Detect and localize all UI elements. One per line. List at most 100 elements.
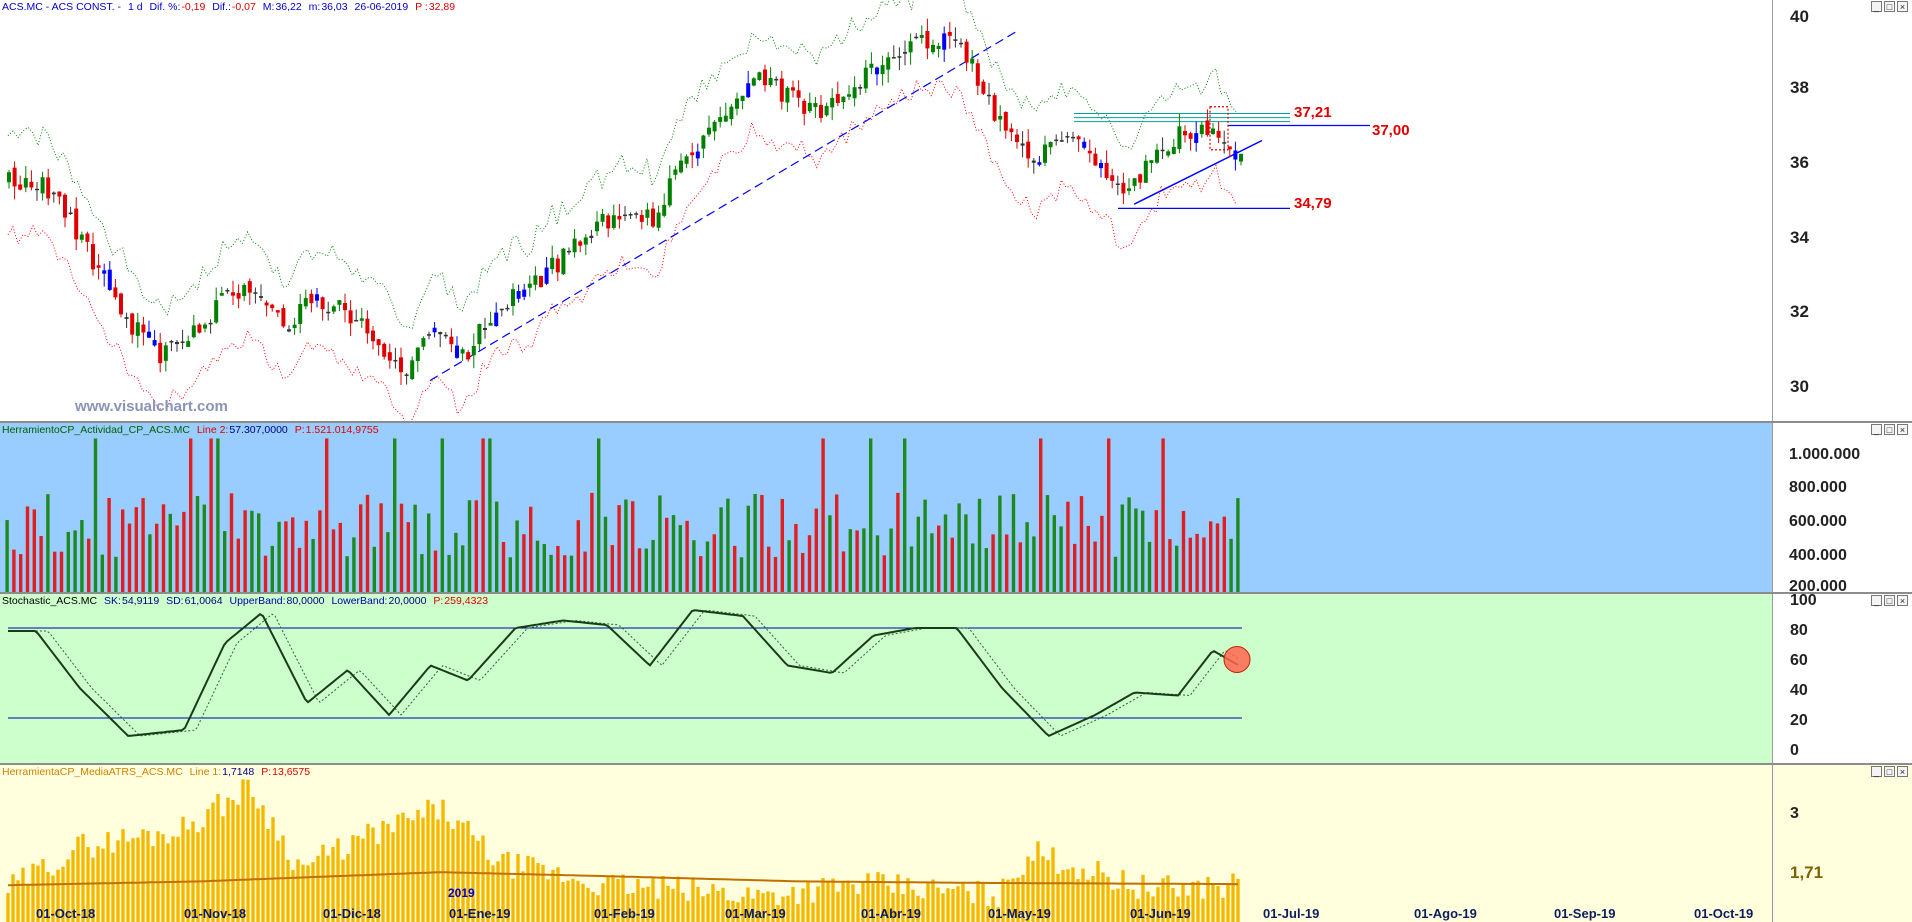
candle-body	[735, 98, 739, 109]
atr-bar	[581, 883, 585, 922]
activity-chart	[5, 438, 1240, 593]
close-icon[interactable]: ×	[1897, 766, 1908, 777]
candle-body	[191, 325, 196, 338]
candle-body	[23, 178, 28, 188]
candle-body	[141, 324, 146, 333]
candle-body	[718, 117, 723, 122]
candle-body	[875, 67, 879, 75]
activity-bar	[1100, 515, 1104, 593]
atr-bar	[146, 830, 150, 922]
atr-bar	[1066, 869, 1070, 922]
candle-body	[522, 289, 527, 297]
candle-body	[410, 360, 415, 380]
atr-indicator-name: HerramientaCP_MediaATRS_ACS.MC	[2, 766, 183, 778]
atr-bar	[711, 884, 715, 922]
minimize-icon[interactable]: _	[1871, 595, 1882, 606]
atr-bar	[171, 836, 175, 922]
p-value: 13,6575	[272, 766, 311, 778]
sd-value: 61,0064	[184, 595, 223, 607]
atr-bar	[216, 794, 220, 922]
stochastic-indicator-name: Stochastic_ACS.MC	[2, 595, 98, 607]
candle-body	[595, 221, 599, 232]
activity-bar	[19, 554, 23, 593]
activity-bar	[767, 546, 771, 593]
candle-body	[337, 300, 342, 305]
candle-body	[359, 318, 364, 321]
activity-bar	[889, 528, 893, 593]
atr-bar	[21, 867, 25, 922]
stochastic-y-axis[interactable]	[1772, 594, 1912, 764]
price-panel: ACS.MC - ACS CONST. - 1 d Dif. %:-0,19 D…	[0, 0, 1912, 422]
p-value: 1.521.014,9755	[305, 424, 379, 436]
activity-bar	[359, 504, 363, 593]
x-tick: 01-Dic-18	[323, 906, 381, 921]
atr-bar	[971, 903, 975, 922]
level-label-37-00: 37,00	[1372, 122, 1410, 139]
atr-y-axis[interactable]	[1772, 765, 1912, 922]
candle-body	[505, 307, 510, 310]
atr-bar	[266, 829, 270, 922]
activity-bar	[916, 516, 920, 593]
activity-bar	[1066, 501, 1070, 593]
close-icon[interactable]: ×	[1897, 424, 1908, 435]
atr-bar	[1226, 883, 1230, 922]
activity-bar	[522, 534, 526, 593]
candle-body	[712, 121, 717, 132]
activity-bar	[692, 540, 696, 593]
price-plot-area[interactable]	[0, 0, 1772, 422]
candle-body	[343, 303, 347, 311]
activity-bar	[66, 531, 70, 593]
atr-bar	[1196, 880, 1200, 922]
activity-bar	[257, 513, 261, 593]
activity-bar	[1086, 525, 1090, 593]
activity-plot-area[interactable]	[0, 423, 1772, 593]
candle-body	[807, 102, 812, 112]
restore-icon[interactable]: □	[1884, 1, 1895, 12]
atr-plot-area[interactable]	[0, 765, 1772, 922]
atr-bar	[801, 888, 805, 922]
y-tick: 80	[1790, 622, 1808, 639]
candle-body	[1171, 146, 1176, 154]
activity-bar	[603, 516, 608, 593]
atr-bar	[831, 878, 835, 922]
activity-bar	[121, 509, 125, 593]
candle-body	[135, 322, 140, 336]
candle-body	[897, 56, 902, 58]
minimize-icon[interactable]: _	[1871, 1, 1882, 12]
restore-icon[interactable]: □	[1884, 595, 1895, 606]
price-y-axis[interactable]	[1772, 0, 1912, 422]
restore-icon[interactable]: □	[1884, 766, 1895, 777]
candle-body	[460, 349, 465, 354]
candle-body	[617, 215, 622, 220]
minimize-icon[interactable]: _	[1871, 424, 1882, 435]
symbol-title: ACS.MC - ACS CONST. -	[2, 1, 122, 13]
candle-body	[1194, 133, 1199, 143]
candle-body	[63, 194, 67, 218]
candle-body	[561, 248, 566, 275]
activity-bar	[420, 554, 424, 593]
activity-bar	[216, 438, 220, 593]
candle-body	[634, 213, 639, 215]
sk-value: 54,9119	[121, 595, 160, 607]
candle-body	[987, 94, 991, 97]
p-label: P:	[294, 424, 305, 436]
stochastic-plot-area[interactable]	[0, 594, 1772, 764]
restore-icon[interactable]: □	[1884, 424, 1895, 435]
close-icon[interactable]: ×	[1897, 595, 1908, 606]
atr-bar	[846, 880, 850, 922]
candle-body	[365, 318, 370, 334]
candle-body	[1183, 131, 1187, 136]
activity-bar	[733, 545, 737, 593]
candle-body	[813, 103, 818, 108]
activity-bar	[971, 543, 975, 593]
candle-body	[376, 339, 381, 346]
close-icon[interactable]: ×	[1897, 1, 1908, 12]
candle-body	[427, 334, 431, 336]
activity-bar	[243, 510, 247, 593]
minimize-icon[interactable]: _	[1871, 766, 1882, 777]
candle-body	[1216, 130, 1221, 138]
activity-bar	[515, 520, 519, 593]
candle-body	[572, 238, 577, 253]
activity-bar	[753, 493, 757, 593]
candle-body	[936, 45, 941, 49]
